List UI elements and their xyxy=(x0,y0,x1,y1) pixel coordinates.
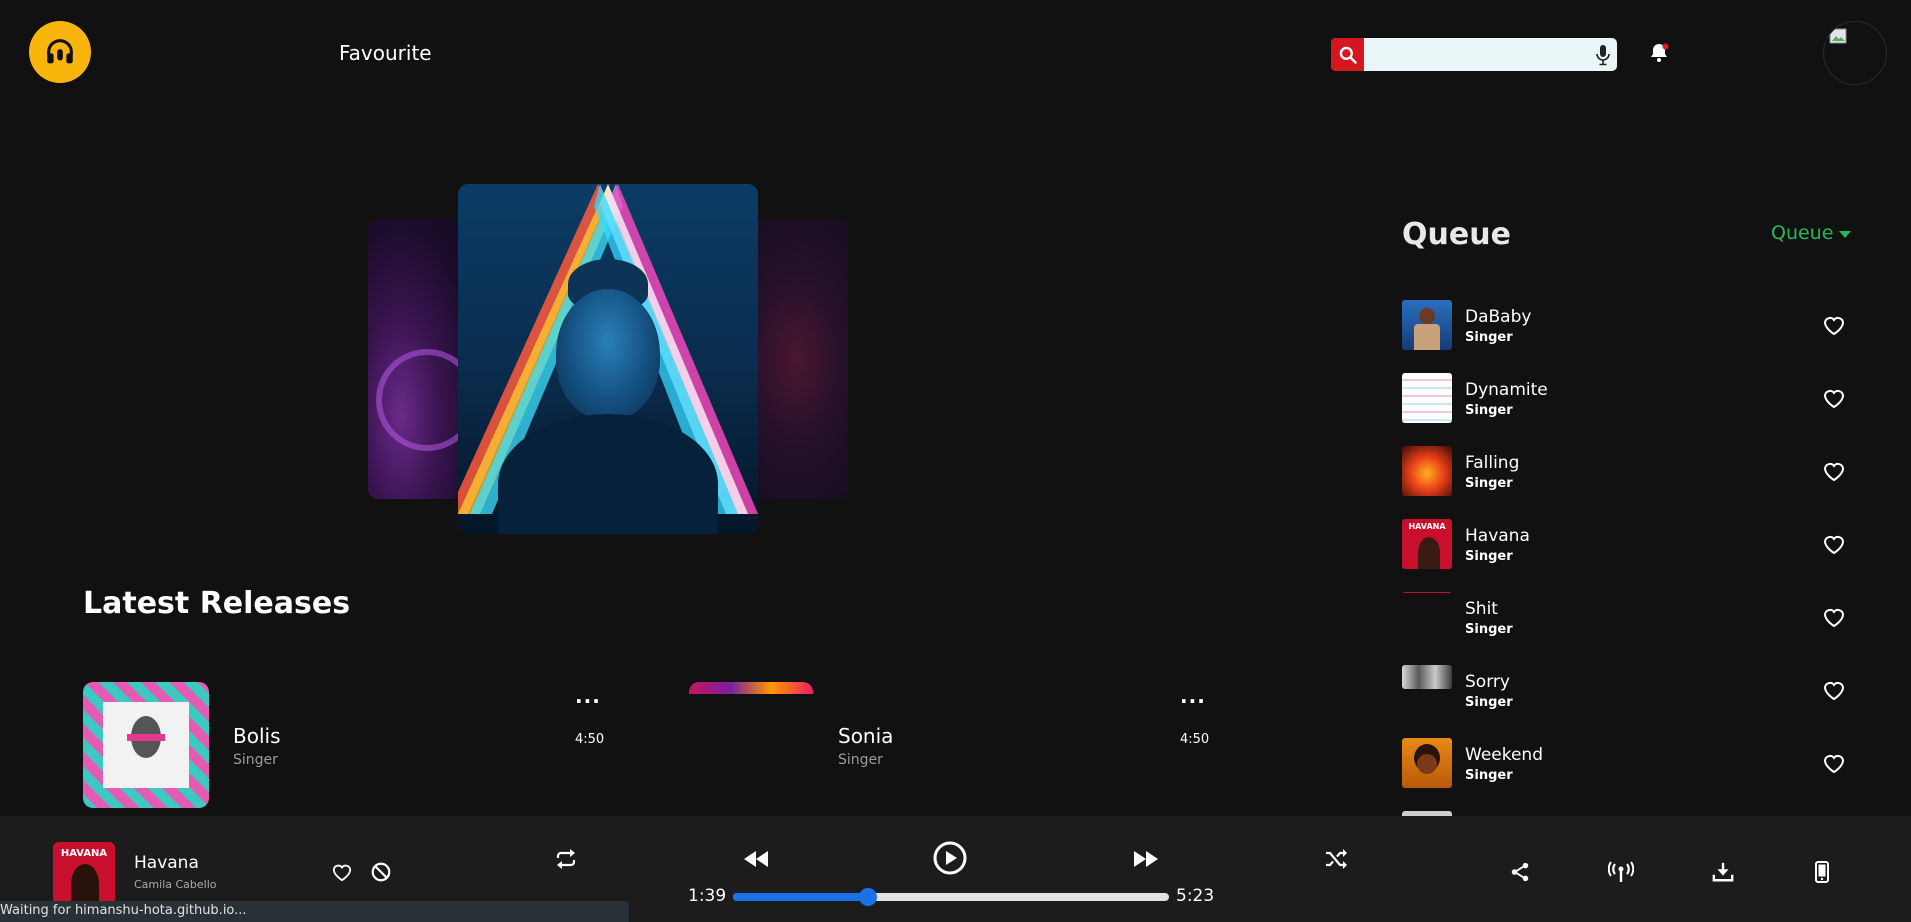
release-name: Sonia xyxy=(838,724,894,748)
queue-dropdown[interactable]: Queue xyxy=(1771,222,1852,244)
browser-status-bar: Waiting for himanshu-hota.github.io... xyxy=(0,901,629,922)
caret-down-icon xyxy=(1839,230,1852,238)
release-artwork xyxy=(83,682,209,808)
progress-fill xyxy=(733,893,869,901)
release-item[interactable]: Sonia Singer ... 4:50 xyxy=(688,682,1218,808)
progress-slider[interactable] xyxy=(733,888,1169,906)
notification-button[interactable] xyxy=(1647,41,1671,65)
broken-image-icon xyxy=(1829,28,1847,44)
elapsed-time: 1:39 xyxy=(688,886,727,906)
like-button[interactable] xyxy=(330,860,354,884)
release-menu-button[interactable]: ... xyxy=(1180,684,1206,708)
heart-icon[interactable] xyxy=(1822,606,1846,628)
share-button[interactable] xyxy=(1508,860,1532,884)
search-input[interactable] xyxy=(1364,38,1589,71)
queue-artist: Singer xyxy=(1465,549,1513,564)
heart-icon[interactable] xyxy=(1822,752,1846,774)
queue-song-name: Dynamite xyxy=(1465,380,1548,400)
previous-button[interactable] xyxy=(742,846,770,872)
latest-releases-title: Latest Releases xyxy=(83,586,351,621)
bell-icon xyxy=(1651,43,1669,62)
play-icon xyxy=(933,841,967,875)
download-button[interactable] xyxy=(1711,860,1735,884)
queue-artwork xyxy=(1402,592,1452,642)
queue-song-name: Havana xyxy=(1465,526,1530,546)
share-icon xyxy=(1511,862,1529,882)
release-name: Bolis xyxy=(233,724,281,748)
now-playing-artwork: HAVANA xyxy=(53,842,115,904)
release-artwork xyxy=(689,682,813,694)
heart-icon[interactable] xyxy=(1822,460,1846,482)
next-button[interactable] xyxy=(1132,846,1160,872)
release-item[interactable]: Bolis Singer ... 4:50 xyxy=(83,682,613,808)
queue-artist: Singer xyxy=(1465,476,1513,491)
release-artist: Singer xyxy=(233,752,278,768)
queue-artwork xyxy=(1402,738,1452,788)
user-avatar[interactable] xyxy=(1823,21,1887,85)
heart-icon xyxy=(332,864,352,882)
download-icon xyxy=(1712,862,1734,882)
queue-artist: Singer xyxy=(1465,768,1513,783)
queue-song-name: Sorry xyxy=(1465,672,1510,692)
heart-icon[interactable] xyxy=(1822,533,1846,555)
queue-item[interactable]: HAVANA Havana Singer xyxy=(1402,519,1852,571)
queue-item[interactable]: Shit Singer xyxy=(1402,592,1852,644)
queue-title: Queue xyxy=(1402,217,1511,252)
mic-button[interactable] xyxy=(1589,38,1617,71)
repeat-icon xyxy=(556,849,576,869)
queue-song-name: Falling xyxy=(1465,453,1520,473)
queue-artwork xyxy=(1402,665,1452,689)
queue-item[interactable]: Sorry Singer xyxy=(1402,665,1852,717)
broadcast-button[interactable] xyxy=(1608,860,1634,884)
nav-favourite-link[interactable]: Favourite xyxy=(339,41,432,65)
app-logo[interactable] xyxy=(29,21,91,83)
total-time: 5:23 xyxy=(1176,886,1215,906)
now-playing-artist: Camila Cabello xyxy=(134,878,217,891)
shuffle-icon xyxy=(1326,849,1347,869)
now-playing-title: Havana xyxy=(134,853,199,873)
rewind-icon xyxy=(744,851,768,867)
block-button[interactable] xyxy=(369,860,393,884)
heart-icon[interactable] xyxy=(1822,387,1846,409)
queue-artist: Singer xyxy=(1465,622,1513,637)
headphones-icon xyxy=(47,39,73,64)
artwork-face xyxy=(556,289,660,419)
phone-icon xyxy=(1815,861,1829,883)
mic-icon xyxy=(1596,44,1610,65)
shuffle-button[interactable] xyxy=(1323,846,1349,872)
queue-artist: Singer xyxy=(1465,403,1513,418)
search-button[interactable] xyxy=(1331,38,1364,71)
broadcast-icon xyxy=(1608,861,1634,882)
queue-item[interactable]: Dynamite Singer xyxy=(1402,373,1852,425)
queue-song-name: DaBaby xyxy=(1465,307,1532,327)
queue-artist: Singer xyxy=(1465,330,1513,345)
heart-icon[interactable] xyxy=(1822,679,1846,701)
fast-forward-icon xyxy=(1134,851,1158,867)
search-icon xyxy=(1339,46,1357,64)
queue-song-name: Shit xyxy=(1465,599,1498,619)
release-duration: 4:50 xyxy=(1180,732,1210,747)
queue-item[interactable]: Falling Singer xyxy=(1402,446,1852,498)
repeat-button[interactable] xyxy=(553,846,579,872)
carousel-card-featured[interactable] xyxy=(458,184,758,534)
queue-item[interactable]: DaBaby Singer xyxy=(1402,300,1852,352)
release-artist: Singer xyxy=(838,752,883,768)
now-playing-artwork-text: HAVANA xyxy=(60,848,108,859)
queue-song-name: Weekend xyxy=(1465,745,1543,765)
queue-dropdown-label: Queue xyxy=(1771,222,1834,244)
device-button[interactable] xyxy=(1812,860,1832,884)
queue-artwork xyxy=(1402,373,1452,423)
heart-icon[interactable] xyxy=(1822,314,1846,336)
release-menu-button[interactable]: ... xyxy=(575,684,601,708)
queue-item[interactable]: Weekend Singer xyxy=(1402,738,1852,790)
progress-knob[interactable] xyxy=(859,888,878,906)
search-bar xyxy=(1331,38,1617,71)
release-duration: 4:50 xyxy=(575,732,605,747)
queue-artist: Singer xyxy=(1465,695,1513,710)
block-icon xyxy=(371,862,391,882)
queue-artwork xyxy=(1402,300,1452,350)
queue-artwork xyxy=(1402,446,1452,496)
queue-artwork: HAVANA xyxy=(1402,519,1452,569)
play-button[interactable] xyxy=(932,840,968,876)
